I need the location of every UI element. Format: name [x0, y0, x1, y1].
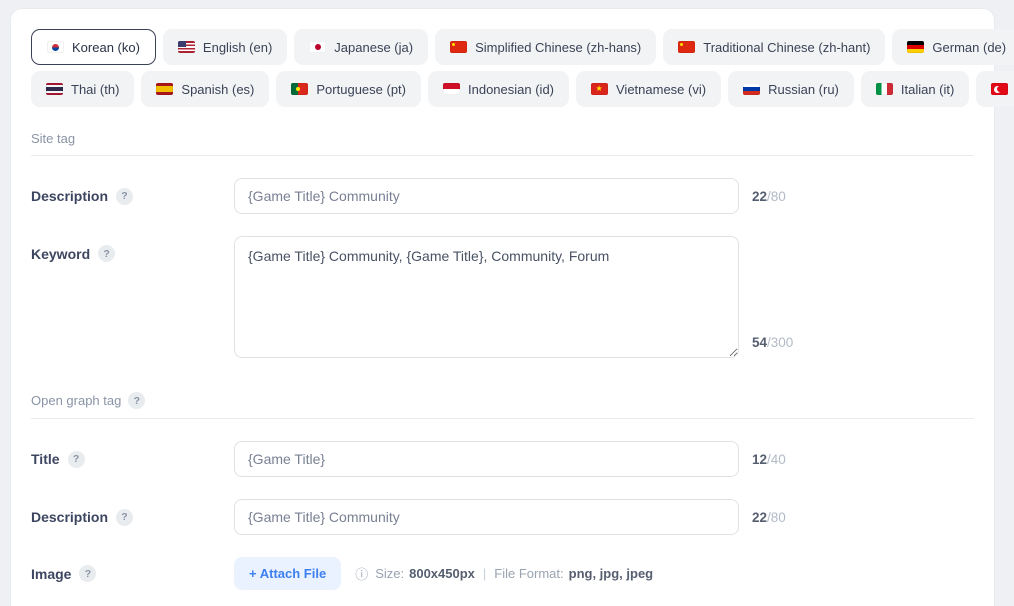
seo-settings-card: Korean (ko) English (en) Japanese (ja) Simp… [10, 8, 995, 606]
site-keyword-label-group: Keyword ? [31, 245, 234, 262]
flag-th-icon [46, 83, 63, 95]
open-graph-divider [31, 418, 974, 419]
format-value: png, jpg, jpeg [569, 566, 654, 581]
flag-it-icon [876, 83, 893, 95]
site-description-label: Description [31, 188, 108, 204]
og-title-counter: 12/40 [752, 452, 786, 467]
language-tabs: Korean (ko) English (en) Japanese (ja) Simp… [31, 29, 974, 107]
help-icon[interactable]: ? [68, 451, 85, 468]
og-image-label-group: Image ? [31, 565, 234, 582]
flag-zh-hant-icon [678, 41, 695, 53]
og-title-label: Title [31, 451, 60, 467]
format-label: File Format: [494, 566, 563, 581]
site-description-counter: 22/80 [752, 189, 786, 204]
og-title-row: Title ? 12/40 [31, 441, 974, 477]
language-tab-label: Russian (ru) [768, 82, 839, 97]
flag-ru-icon [743, 83, 760, 95]
og-description-label: Description [31, 509, 108, 525]
help-icon[interactable]: ? [79, 565, 96, 582]
language-tab-label: Italian (it) [901, 82, 954, 97]
og-image-label: Image [31, 566, 71, 582]
site-description-label-group: Description ? [31, 188, 234, 205]
og-description-counter: 22/80 [752, 510, 786, 525]
language-tab-label: Thai (th) [71, 82, 119, 97]
og-title-label-group: Title ? [31, 451, 234, 468]
open-graph-heading-label: Open graph tag [31, 393, 121, 408]
language-tab-row: Korean (ko) English (en) Japanese (ja) Simp… [31, 29, 974, 65]
og-description-row: Description ? 22/80 [31, 499, 974, 535]
language-tab-id[interactable]: Indonesian (id) [428, 71, 569, 107]
flag-tr-icon [991, 83, 1008, 95]
language-tab-label: Portuguese (pt) [316, 82, 406, 97]
language-tab-vi[interactable]: Vietnamese (vi) [576, 71, 721, 107]
site-description-row: Description ? 22/80 [31, 178, 974, 214]
site-tag-section-heading: Site tag [31, 131, 974, 146]
language-tab-pt[interactable]: Portuguese (pt) [276, 71, 421, 107]
language-tab-label: English (en) [203, 40, 272, 55]
site-description-input[interactable] [234, 178, 739, 214]
language-tab-label: German (de) [932, 40, 1006, 55]
flag-ko-icon [47, 41, 64, 53]
help-icon[interactable]: ? [98, 245, 115, 262]
language-tab-label: Simplified Chinese (zh-hans) [475, 40, 641, 55]
language-tab-zh-hant[interactable]: Traditional Chinese (zh-hant) [663, 29, 885, 65]
size-value: 800x450px [409, 566, 475, 581]
language-tab-ru[interactable]: Russian (ru) [728, 71, 854, 107]
flag-zh-hans-icon [450, 41, 467, 53]
flag-en-icon [178, 41, 195, 53]
flag-es-icon [156, 83, 173, 95]
flag-id-icon [443, 83, 460, 95]
og-description-label-group: Description ? [31, 509, 234, 526]
language-tab-label: Japanese (ja) [334, 40, 413, 55]
image-requirements: ⓘ Size: 800x450px | File Format: png, jp… [355, 564, 653, 583]
flag-de-icon [907, 41, 924, 53]
help-icon[interactable]: ? [128, 392, 145, 409]
attach-file-button[interactable]: + Attach File [234, 557, 341, 590]
language-tab-th[interactable]: Thai (th) [31, 71, 134, 107]
flag-pt-icon [291, 83, 308, 95]
size-label: Size: [375, 566, 404, 581]
language-tab-label: Vietnamese (vi) [616, 82, 706, 97]
language-tab-es[interactable]: Spanish (es) [141, 71, 269, 107]
language-tab-de[interactable]: German (de) [892, 29, 1014, 65]
language-tab-label: Korean (ko) [72, 40, 140, 55]
language-tab-it[interactable]: Italian (it) [861, 71, 969, 107]
og-image-row: Image ? + Attach File ⓘ Size: 800x450px … [31, 557, 974, 590]
og-title-input[interactable] [234, 441, 739, 477]
language-tab-ko[interactable]: Korean (ko) [31, 29, 156, 65]
language-tab-ja[interactable]: Japanese (ja) [294, 29, 428, 65]
site-keyword-label: Keyword [31, 246, 90, 262]
open-graph-section-heading: Open graph tag ? [31, 392, 974, 409]
flag-ja-icon [309, 41, 326, 53]
language-tab-label: Indonesian (id) [468, 82, 554, 97]
flag-vi-icon [591, 83, 608, 95]
site-keyword-row: Keyword ? {Game Title} Community, {Game … [31, 236, 974, 358]
site-tag-heading-label: Site tag [31, 131, 75, 146]
language-tab-row: Thai (th) Spanish (es) Portuguese (pt) Indo… [31, 71, 974, 107]
info-separator: | [483, 566, 486, 581]
language-tab-tr[interactable]: Turkish (tr) [976, 71, 1014, 107]
language-tab-label: Traditional Chinese (zh-hant) [703, 40, 870, 55]
og-description-input[interactable] [234, 499, 739, 535]
help-icon[interactable]: ? [116, 509, 133, 526]
help-icon[interactable]: ? [116, 188, 133, 205]
site-keyword-counter: 54/300 [752, 335, 793, 350]
language-tab-en[interactable]: English (en) [163, 29, 287, 65]
info-icon: ⓘ [355, 564, 368, 583]
site-keyword-textarea[interactable]: {Game Title} Community, {Game Title}, Co… [234, 236, 739, 358]
site-tag-divider [31, 155, 974, 156]
language-tab-zh-hans[interactable]: Simplified Chinese (zh-hans) [435, 29, 656, 65]
language-tab-label: Spanish (es) [181, 82, 254, 97]
